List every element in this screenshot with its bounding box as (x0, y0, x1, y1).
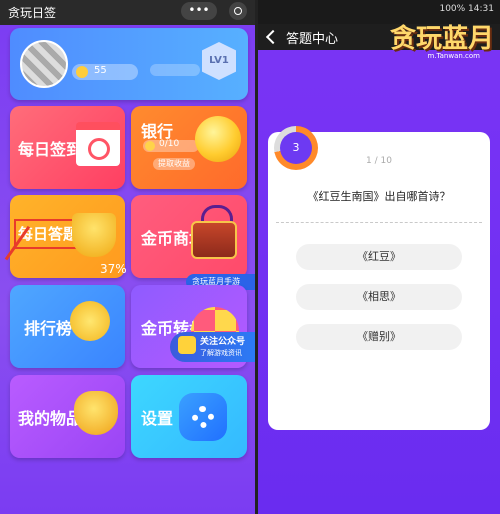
tile-label: 每日签到 (18, 140, 83, 159)
answer-option[interactable]: 《相思》 (296, 284, 462, 310)
trophy-icon (72, 213, 116, 257)
follow-subtitle: 了解游戏资讯 (200, 349, 242, 357)
profile-card[interactable]: 55 LV1 (10, 28, 248, 100)
coin-count: 55 (94, 65, 107, 76)
hand-icon (178, 336, 196, 354)
menu-button[interactable]: ••• (181, 2, 217, 20)
game-logo: 贪玩蓝月 m.Tanwan.com (374, 18, 494, 62)
treasure-chest-icon (191, 221, 237, 259)
answer-option[interactable]: 《赠别》 (296, 324, 462, 350)
blurred-username (150, 64, 200, 76)
tile-bank[interactable]: 银行 0/10 提取收益 (131, 106, 247, 189)
coin-balance: 55 (72, 64, 138, 80)
withdraw-button[interactable]: 提取收益 (153, 158, 195, 170)
tile-coin-shop[interactable]: 金币商城 (131, 195, 247, 278)
tile-settings[interactable]: 设置 (131, 375, 247, 458)
question-card: 3 1 / 10 《红豆生南国》出自哪首诗？ 《红豆》 《相思》 《赠别》 (268, 126, 490, 430)
divider (276, 222, 482, 223)
quiz-center-screen: 100% 14:31 答题中心 贪玩蓝月 m.Tanwan.com 3 1 / … (258, 0, 500, 514)
page-title: 答题中心 (286, 32, 339, 47)
gold-cup-icon (70, 301, 110, 341)
level-badge: LV1 (202, 42, 236, 80)
calendar-icon (76, 122, 120, 166)
tile-leaderboard[interactable]: 排行榜 (10, 285, 125, 368)
bank-progress: 0/10 (143, 139, 199, 152)
tile-label: 排行榜 (24, 319, 73, 338)
bank-value: 0/10 (159, 139, 180, 149)
tile-daily-sign[interactable]: 每日签到 (10, 106, 125, 189)
tile-label: 设置 (141, 409, 174, 428)
question-text: 《红豆生南国》出自哪首诗？ (307, 190, 451, 203)
question-count: 1 / 10 (366, 156, 392, 166)
percent-text: 37% (100, 262, 127, 276)
tile-my-items[interactable]: 我的物品 (10, 375, 125, 458)
gold-bag-icon (74, 391, 118, 435)
answer-option[interactable]: 《红豆》 (296, 244, 462, 270)
avatar[interactable] (20, 40, 68, 88)
daily-sign-app: 贪玩日签 ••• 55 LV1 每日签到 银行 0/10 提取收益 每日答题 金… (0, 0, 255, 514)
follow-account-badge[interactable]: 关注公众号 了解游戏资讯 (170, 332, 255, 362)
coin-icon (76, 66, 88, 78)
status-text: 100% 14:31 (439, 4, 494, 14)
close-icon[interactable] (229, 2, 247, 20)
settings-button[interactable] (179, 393, 227, 441)
logo-url: m.Tanwan.com (427, 52, 480, 60)
title-bar: 贪玩日签 ••• (0, 0, 255, 25)
window-title: 贪玩日签 (8, 6, 57, 20)
logo-text: 贪玩蓝月 (389, 24, 494, 54)
gold-coins-icon (195, 116, 241, 162)
follow-title: 关注公众号 (200, 337, 246, 347)
back-icon[interactable] (265, 29, 281, 45)
gear-icon (192, 406, 214, 428)
tile-label: 我的物品 (18, 409, 83, 428)
coin-icon (145, 141, 155, 151)
